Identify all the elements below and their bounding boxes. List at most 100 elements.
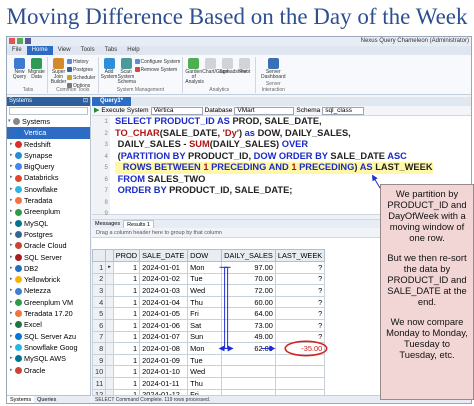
- table-row[interactable]: 2 1 2024-01-02 Tue 70.00?: [91, 272, 326, 286]
- code-token: PRECEDING: [296, 162, 355, 172]
- tab-results-1[interactable]: Results 1: [123, 220, 155, 228]
- server-dashboard-icon: [267, 58, 279, 69]
- scheduler-button[interactable]: Scheduler: [67, 74, 96, 81]
- annotation-paragraph: But we then re-sort the data by PRODUCT_…: [387, 252, 467, 307]
- system-item[interactable]: ▸ Databricks: [7, 172, 90, 183]
- cell-daily-sales: [221, 353, 276, 367]
- column-header-last-week[interactable]: LAST_WEEK: [274, 249, 326, 262]
- execute-icon[interactable]: ▶: [94, 106, 99, 116]
- pivot-icon: [239, 58, 251, 69]
- table-row[interactable]: 9 1 2024-01-09 Tue: [91, 353, 326, 367]
- code-token: OVER: [281, 139, 309, 149]
- postgres-button[interactable]: Postgres: [67, 66, 96, 73]
- tab-systems[interactable]: Systems: [7, 396, 35, 403]
- column-header-dow[interactable]: DOW: [187, 249, 223, 262]
- system-item[interactable]: ▸ Yellowbrick: [7, 274, 90, 285]
- ribbon-tab-help[interactable]: Help: [122, 46, 144, 55]
- query-tab-strip: Query1*: [92, 97, 471, 106]
- system-item[interactable]: ▸ Teradata 17.20: [7, 308, 90, 319]
- system-item[interactable]: ▸ Netezza: [7, 285, 90, 296]
- database-select[interactable]: VMart: [234, 106, 295, 115]
- system-item[interactable]: ▸ Snowflake: [7, 184, 90, 195]
- code-line: TO_CHAR(SALE_DATE, 'Dy') as DOW, DAILY_S…: [115, 128, 433, 140]
- code-token: DOW ORDER BY: [253, 150, 328, 161]
- system-item-label: Teradata: [24, 196, 53, 206]
- cell-daily-sales: 72.00: [221, 284, 276, 297]
- system-item[interactable]: ▸ BigQuery: [7, 161, 90, 172]
- system-item[interactable]: ▾ Systems: [7, 116, 90, 127]
- system-item[interactable]: ▸ Greenplum: [7, 206, 90, 217]
- system-item-label: Oracle: [24, 365, 46, 375]
- ribbon-tab-file[interactable]: File: [7, 46, 27, 55]
- execute-button[interactable]: Execute: [101, 106, 125, 116]
- system-item[interactable]: ▸ Excel: [7, 319, 90, 330]
- system-item[interactable]: ▸ SQL Server: [7, 252, 90, 263]
- window-titlebar: Nexus Query Chameleon (Administrator): [7, 37, 471, 46]
- system-item[interactable]: ▸ Greenplum VM: [7, 297, 90, 308]
- table-row[interactable]: 4 1 2024-01-04 Thu 60.00?: [91, 295, 326, 309]
- system-item[interactable]: ▸ Oracle: [7, 365, 90, 376]
- line-number: 1: [104, 118, 108, 125]
- cell-prod: 1: [112, 318, 141, 332]
- cell-dow: Tue: [187, 272, 223, 286]
- system-item[interactable]: ▸ Snowflake Goog: [7, 342, 90, 353]
- table-row[interactable]: 8 1 2024-01-08 Mon 62.00 -35.00: [91, 342, 326, 355]
- system-item[interactable]: ▸ Teradata: [7, 195, 90, 206]
- quick-access-toolbar[interactable]: [9, 38, 37, 44]
- column-header-daily-sales[interactable]: DAILY_SALES: [221, 249, 276, 262]
- row-indicator: [105, 318, 114, 332]
- table-row[interactable]: 11 1 2024-01-11 Thu: [91, 376, 326, 390]
- system-item[interactable]: ▸ Postgres: [7, 229, 90, 240]
- system-item[interactable]: ▸ Synapse: [7, 150, 90, 161]
- systems-panel: Systems ⊡ ▾ Systems ▸ Vertica ▸ Redshift ▸ Synap…: [7, 97, 91, 403]
- system-item[interactable]: ▸ MySQL AWS: [7, 353, 90, 364]
- system-item[interactable]: ▸ Vertica: [7, 127, 90, 139]
- ribbon-tab-tabs[interactable]: Tabs: [100, 46, 123, 55]
- cell-last-week: [274, 376, 326, 390]
- ribbon-tab-view[interactable]: View: [53, 46, 76, 55]
- remove-system-button[interactable]: Remove System: [134, 66, 181, 73]
- system-item-label: Redshift: [24, 139, 51, 149]
- system-item-label: Databricks: [24, 173, 59, 183]
- system-item[interactable]: ▸ Redshift: [7, 139, 90, 150]
- schema-select[interactable]: sql_class: [322, 106, 365, 115]
- configure-system-button[interactable]: Configure System: [134, 58, 180, 65]
- table-row[interactable]: 1 ▸ 1 2024-01-01 Mon 97.00?: [91, 261, 326, 274]
- cell-last-week: ?: [274, 330, 326, 344]
- annotation-callout: We partition by PRODUCT_ID and DayOfWeek…: [380, 184, 474, 400]
- spreadsheet-icon: [222, 58, 234, 69]
- cell-last-week: ?: [274, 295, 326, 309]
- line-number: 5: [104, 164, 108, 171]
- tab-queries[interactable]: Queries: [34, 396, 59, 403]
- cell-daily-sales: [221, 365, 276, 378]
- history-button[interactable]: History: [67, 58, 96, 65]
- table-row[interactable]: 3 1 2024-01-03 Wed 72.00?: [91, 284, 326, 297]
- cell-prod: 1: [112, 272, 141, 286]
- pin-icon[interactable]: ⊡: [83, 97, 88, 106]
- system-item-label: Systems: [22, 117, 50, 126]
- table-row[interactable]: 7 1 2024-01-07 Sun 49.00?: [91, 330, 326, 344]
- system-item[interactable]: ▸ Oracle Cloud: [7, 240, 90, 251]
- column-header-prod[interactable]: PROD: [112, 249, 141, 262]
- system-item-label: MySQL: [24, 218, 49, 228]
- table-row[interactable]: 6 1 2024-01-06 Sat 73.00?: [91, 318, 326, 332]
- column-header-sale-date[interactable]: SALE_DATE: [139, 249, 189, 262]
- system-item[interactable]: ▸ DB2: [7, 263, 90, 274]
- system-select[interactable]: Vertica: [150, 106, 203, 115]
- scan-schema-icon: [120, 58, 132, 69]
- ribbon-tab-tools[interactable]: Tools: [76, 46, 100, 55]
- system-item[interactable]: ▸ SQL Server Azu: [7, 331, 90, 342]
- tab-messages[interactable]: Messages: [92, 220, 123, 228]
- row-number: 6: [91, 318, 107, 332]
- ribbon-tab-home[interactable]: Home: [26, 46, 53, 55]
- cell-sale-date: 2024-01-06: [139, 318, 189, 332]
- system-item[interactable]: ▸ MySQL: [7, 218, 90, 229]
- ribbon: New Query Migrate Data Tabs Super Join B…: [7, 55, 471, 95]
- system-item-label: DB2: [24, 263, 39, 273]
- table-row[interactable]: 10 1 2024-01-10 Wed: [91, 365, 326, 378]
- table-row[interactable]: 5 1 2024-01-05 Fri 64.00?: [91, 307, 326, 320]
- systems-search-input[interactable]: [9, 107, 88, 115]
- cell-daily-sales: 73.00: [221, 318, 276, 332]
- system-item-label: Postgres: [24, 229, 53, 239]
- cell-dow: Mon: [187, 261, 223, 274]
